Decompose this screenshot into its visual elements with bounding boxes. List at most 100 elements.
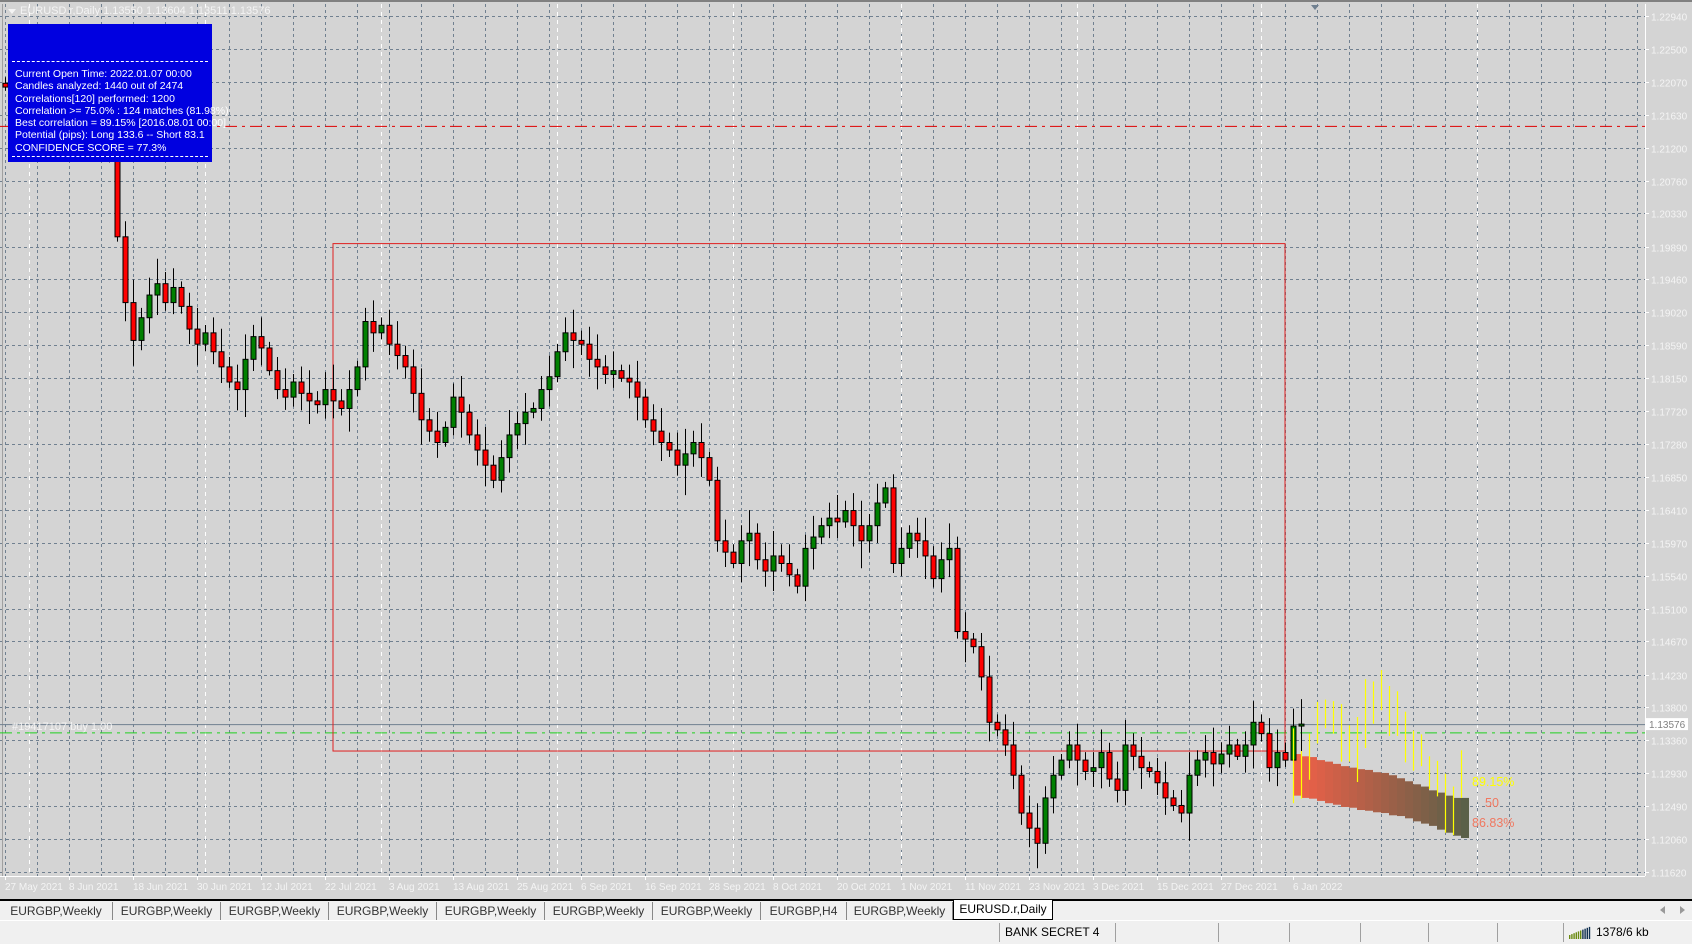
date-tick-label: 3 Dec 2021 xyxy=(1093,882,1145,893)
candle-bear xyxy=(418,392,425,421)
candle-bear xyxy=(1018,774,1025,814)
traffic-status: 1378/6 kb xyxy=(1596,925,1649,939)
candle-bull xyxy=(1274,752,1281,769)
candle-bear xyxy=(1266,733,1273,769)
candle-bull xyxy=(682,453,689,466)
chart-tab[interactable]: EURGBP,Weekly xyxy=(113,902,221,920)
chart-tab[interactable]: EURGBP,Weekly xyxy=(545,902,653,920)
candle-bear xyxy=(274,370,281,391)
info-line: Potential (pips): Long 133.6 -- Short 83… xyxy=(15,129,205,142)
candle-bear xyxy=(698,441,705,459)
candle-bear xyxy=(1034,827,1041,844)
candle-bull xyxy=(498,457,505,481)
candle-bull xyxy=(1186,774,1193,814)
candle-bear xyxy=(850,510,857,527)
forecast-band-column xyxy=(1365,769,1373,811)
forecast-probability-label: 86.83% xyxy=(1472,816,1515,830)
price-tick-label: 1.14230 xyxy=(1651,672,1688,683)
candle-bear xyxy=(586,343,593,360)
candle-bear xyxy=(1162,782,1169,799)
forecast-band-column xyxy=(1357,769,1365,811)
candle-bear xyxy=(1178,804,1185,814)
chart-tab[interactable]: EURGBP,Weekly xyxy=(0,902,113,920)
candle-bull xyxy=(554,351,561,378)
candle-bear xyxy=(786,562,793,576)
price-tick-label: 1.21200 xyxy=(1651,145,1688,156)
candle-bull xyxy=(1066,744,1073,761)
date-tick-label: 11 Nov 2021 xyxy=(965,882,1021,893)
info-line: Correlation >= 75.0% : 124 matches (81.9… xyxy=(15,104,229,117)
price-tick-label: 1.15540 xyxy=(1651,573,1688,584)
candle-bull xyxy=(818,525,825,538)
chart-tab[interactable]: EURGBP,Weekly xyxy=(221,902,329,920)
divider xyxy=(12,61,208,62)
candle-bear xyxy=(722,540,729,553)
price-tick-label: 1.12490 xyxy=(1651,803,1688,814)
chart-tab[interactable]: EURGBP,H4 xyxy=(761,902,847,920)
candle-bear xyxy=(330,389,337,402)
candle-bull xyxy=(506,434,513,459)
forecast-band-column xyxy=(1421,786,1429,824)
candle-bear xyxy=(1282,752,1289,761)
candle-bull xyxy=(562,332,569,353)
price-chart[interactable]: 1.22940 1.22500 1.22070 1.21630 1.21200 1.207… xyxy=(0,0,1692,899)
candle-bear xyxy=(642,396,649,421)
candle-bear xyxy=(474,434,481,451)
current-price-label: 1.13576 xyxy=(1649,720,1686,731)
price-tick-label: 1.18150 xyxy=(1651,375,1688,386)
chart-tab[interactable]: EURGBP,Weekly xyxy=(437,902,545,920)
candle-bull xyxy=(450,396,457,428)
candle-bull xyxy=(354,366,361,391)
candle-bear xyxy=(658,430,665,443)
candle-bear xyxy=(650,419,657,432)
chart-tab[interactable]: EURGBP,Weekly xyxy=(653,902,761,920)
chart-tab[interactable]: EURGBP,Weekly xyxy=(329,902,437,920)
date-tick-label: 27 May 2021 xyxy=(5,882,63,893)
profile-name: BANK SECRET 4 xyxy=(1005,925,1100,939)
candle-bull xyxy=(538,389,545,409)
chart-shift-marker-icon[interactable] xyxy=(1311,5,1319,10)
chart-tabs-bar: EURGBP,Weekly EURGBP,Weekly EURGBP,Weekly E… xyxy=(0,899,1692,920)
chart-title: EURUSD.r,Daily 1.13550 1.13604 1.13511 1… xyxy=(8,5,271,17)
candle-bear xyxy=(218,351,225,368)
candle-bull xyxy=(1122,744,1129,791)
candle-bear xyxy=(410,366,417,394)
candle-bear xyxy=(194,328,201,345)
date-tick-label: 15 Dec 2021 xyxy=(1157,882,1214,893)
tab-active[interactable]: EURUSD.r,Daily xyxy=(953,900,1053,920)
candle-bear xyxy=(186,305,193,330)
candle-bull xyxy=(202,332,209,345)
forecast-band-column xyxy=(1309,757,1317,799)
date-tick-label: 18 Jun 2021 xyxy=(133,882,188,893)
forecast-band-column xyxy=(1333,763,1341,805)
candle-bull xyxy=(738,540,745,564)
candle-bear xyxy=(402,355,409,368)
date-tick-label: 28 Sep 2021 xyxy=(709,882,766,893)
candle-bull xyxy=(770,555,777,572)
candle-bear xyxy=(466,411,473,436)
candle-bull xyxy=(242,358,249,391)
dropdown-triangle-icon[interactable] xyxy=(8,8,16,14)
chart-tab[interactable]: EURGBP,Weekly xyxy=(847,902,953,920)
price-tick-label: 1.19460 xyxy=(1651,276,1688,287)
candle-bear xyxy=(1258,721,1265,735)
date-tick-label: 16 Sep 2021 xyxy=(645,882,702,893)
date-tick-label: 20 Oct 2021 xyxy=(837,882,892,893)
scroll-right-icon[interactable] xyxy=(1680,906,1685,914)
price-tick-label: 1.22940 xyxy=(1651,13,1688,24)
price-tick-label: 1.12930 xyxy=(1651,770,1688,781)
forecast-band-column xyxy=(1437,792,1445,830)
candle-bull xyxy=(1042,797,1049,844)
candle-bear xyxy=(266,347,273,372)
candle-bull xyxy=(1218,753,1225,765)
candle-bear xyxy=(338,400,345,409)
price-tick-label: 1.14670 xyxy=(1651,638,1688,649)
forecast-band-column xyxy=(1397,778,1405,817)
candle-bull xyxy=(866,525,873,542)
scroll-left-icon[interactable] xyxy=(1660,906,1665,914)
price-tick-label: 1.12060 xyxy=(1651,836,1688,847)
candle-bear xyxy=(1138,755,1145,769)
chart-canvas[interactable]: 1.22940 1.22500 1.22070 1.21630 1.21200 1.207… xyxy=(0,0,1692,899)
forecast-band-column xyxy=(1429,790,1437,826)
candle-bull xyxy=(146,294,153,319)
